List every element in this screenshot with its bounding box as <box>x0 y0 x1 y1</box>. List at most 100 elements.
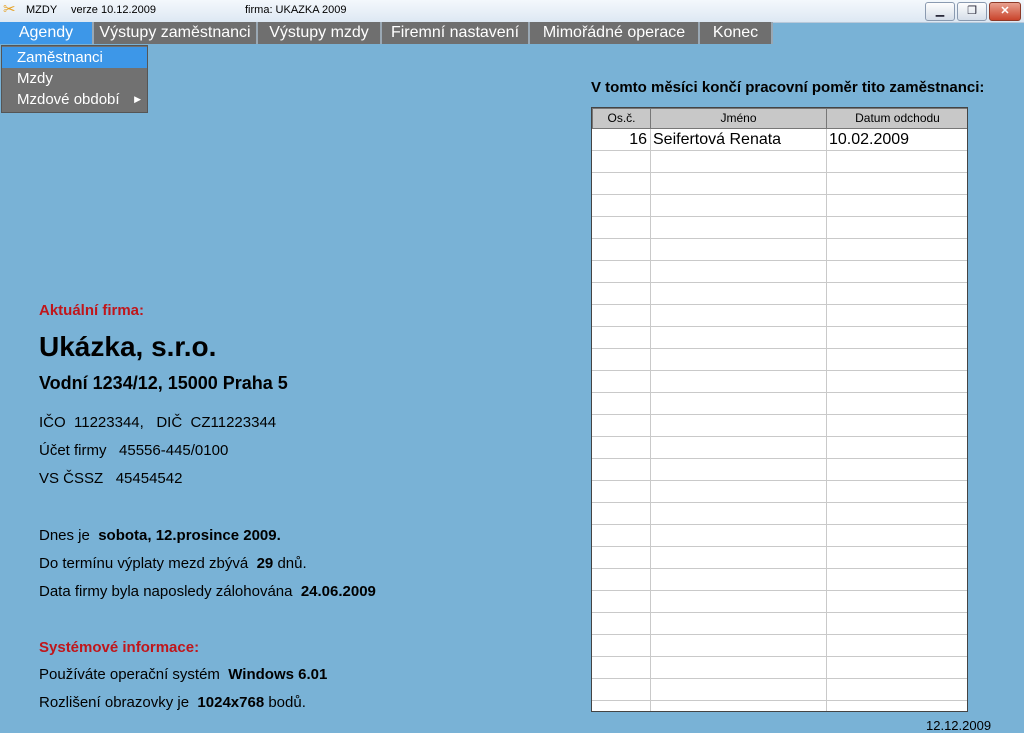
cell-name <box>650 525 827 547</box>
cell-date <box>826 635 967 657</box>
cell-id <box>592 415 651 437</box>
table-row[interactable] <box>592 393 967 415</box>
dropdown-item-mzdy[interactable]: Mzdy <box>2 68 147 89</box>
cell-date <box>826 679 967 701</box>
account-value: 45556-445/0100 <box>119 442 229 459</box>
cell-name <box>650 371 827 393</box>
table-row[interactable] <box>592 591 967 613</box>
menu-vystupy-zamestnanci[interactable]: Výstupy zaměstnanci <box>94 22 258 44</box>
minimize-icon: ▁ <box>935 5 945 17</box>
cell-id <box>592 151 651 173</box>
table-row[interactable] <box>592 151 967 173</box>
cell-id <box>592 635 651 657</box>
chevron-right-icon: ▶ <box>134 94 141 104</box>
cell-date <box>826 151 967 173</box>
table-row[interactable] <box>592 657 967 679</box>
dic-value: CZ11223344 <box>190 414 277 431</box>
menu-agendy[interactable]: Agendy <box>0 22 94 44</box>
cell-id <box>592 525 651 547</box>
menu-mimoradne-operace[interactable]: Mimořádné operace <box>530 22 700 44</box>
table-row[interactable] <box>592 459 967 481</box>
cell-date <box>826 349 967 371</box>
cell-date <box>826 525 967 547</box>
dropdown-item-zamestnanci[interactable]: Zaměstnanci <box>2 47 147 68</box>
cell-date <box>826 569 967 591</box>
menu-vystupy-mzdy[interactable]: Výstupy mzdy <box>258 22 382 44</box>
payday-days: 29 <box>256 555 274 572</box>
table-row[interactable] <box>592 547 967 569</box>
table-row[interactable] <box>592 701 967 711</box>
cell-date <box>826 459 967 481</box>
cell-date <box>826 613 967 635</box>
leaving-table[interactable]: Os.č. Jméno Datum odchodu 16 Seifertová R… <box>591 107 968 712</box>
column-header-id[interactable]: Os.č. <box>592 108 651 129</box>
table-row[interactable]: 16 Seifertová Renata 10.02.2009 <box>592 129 967 151</box>
table-row[interactable] <box>592 217 967 239</box>
table-header: Os.č. Jméno Datum odchodu <box>592 108 967 129</box>
table-row[interactable] <box>592 327 967 349</box>
cell-date <box>826 415 967 437</box>
vs-value: 45454542 <box>115 470 183 487</box>
table-row[interactable] <box>592 679 967 701</box>
table-row[interactable] <box>592 305 967 327</box>
cell-date <box>826 701 967 711</box>
table-row[interactable] <box>592 569 967 591</box>
cell-name <box>650 305 827 327</box>
table-row[interactable] <box>592 481 967 503</box>
close-button[interactable]: ✕ <box>989 2 1021 21</box>
today-value: sobota, 12.prosince 2009. <box>98 527 281 544</box>
close-icon: ✕ <box>1000 5 1010 17</box>
cell-date <box>826 261 967 283</box>
restore-button[interactable]: ❐ <box>957 2 987 21</box>
cell-name <box>650 657 827 679</box>
cell-name <box>650 415 827 437</box>
menu-konec[interactable]: Konec <box>700 22 773 44</box>
cell-date <box>826 437 967 459</box>
table-row[interactable] <box>592 525 967 547</box>
cell-id <box>592 547 651 569</box>
table-row[interactable] <box>592 635 967 657</box>
cell-name <box>650 173 827 195</box>
cell-name <box>650 701 827 711</box>
backup-line: Data firmy byla naposledy zálohována 24.… <box>39 583 376 600</box>
table-row[interactable] <box>592 239 967 261</box>
cell-name <box>650 459 827 481</box>
app-version: verze 10.12.2009 <box>71 4 157 16</box>
table-row[interactable] <box>592 613 967 635</box>
cell-name <box>650 393 827 415</box>
table-row[interactable] <box>592 415 967 437</box>
cell-date <box>826 371 967 393</box>
menu-firemni-nastaveni[interactable]: Firemní nastavení <box>382 22 530 44</box>
table-row[interactable] <box>592 195 967 217</box>
cell-name <box>650 327 827 349</box>
cell-date <box>826 283 967 305</box>
column-header-date[interactable]: Datum odchodu <box>826 108 967 129</box>
cell-name <box>650 503 827 525</box>
cell-date <box>826 481 967 503</box>
minimize-button[interactable]: ▁ <box>925 2 955 21</box>
cell-id <box>592 217 651 239</box>
system-heading: Systémové informace: <box>39 639 200 656</box>
cell-name <box>650 679 827 701</box>
payday-line: Do termínu výplaty mezd zbývá 29 dnů. <box>39 555 307 572</box>
table-row[interactable] <box>592 371 967 393</box>
cell-id <box>592 393 651 415</box>
company-account: Účet firmy 45556-445/0100 <box>39 442 229 459</box>
cell-date <box>826 327 967 349</box>
cell-id <box>592 613 651 635</box>
cell-name <box>650 195 827 217</box>
table-row[interactable] <box>592 173 967 195</box>
company-address: Vodní 1234/12, 15000 Praha 5 <box>39 373 288 393</box>
table-row[interactable] <box>592 437 967 459</box>
cell-id <box>592 657 651 679</box>
cell-date <box>826 393 967 415</box>
cell-name <box>650 217 827 239</box>
cell-id <box>592 305 651 327</box>
table-row[interactable] <box>592 349 967 371</box>
table-row[interactable] <box>592 503 967 525</box>
dropdown-item-mzdove-obdobi[interactable]: Mzdové období ▶ <box>2 89 147 110</box>
table-row[interactable] <box>592 283 967 305</box>
cell-id <box>592 239 651 261</box>
table-row[interactable] <box>592 261 967 283</box>
column-header-name[interactable]: Jméno <box>650 108 827 129</box>
